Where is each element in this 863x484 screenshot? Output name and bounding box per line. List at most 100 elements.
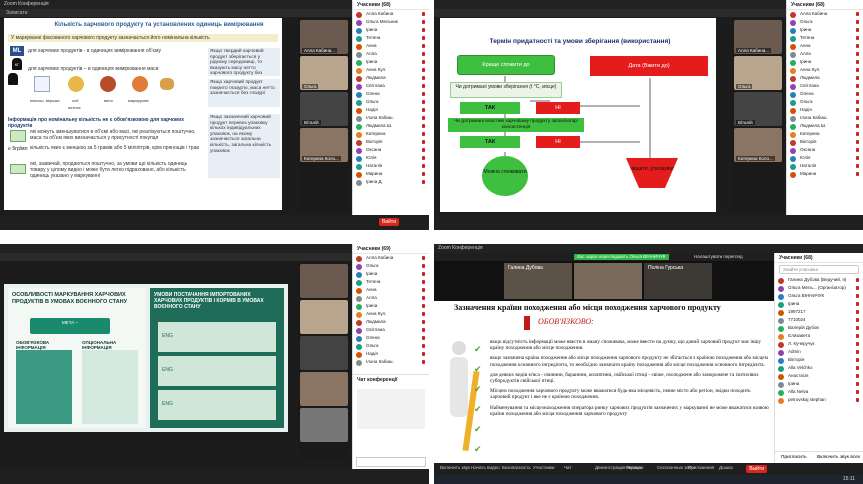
mic-muted-icon[interactable]: [856, 52, 859, 56]
mic-muted-icon[interactable]: [422, 164, 425, 168]
mic-muted-icon[interactable]: [856, 398, 859, 402]
mic-muted-icon[interactable]: [422, 328, 425, 332]
participant-row[interactable]: Ірина: [787, 58, 863, 66]
participant-row[interactable]: Ольга: [353, 262, 429, 270]
participant-row[interactable]: Вікторія: [353, 138, 429, 146]
participant-row[interactable]: Ірина: [775, 380, 863, 388]
mic-muted-icon[interactable]: [856, 164, 859, 168]
participant-row[interactable]: Анна: [787, 42, 863, 50]
mic-muted-icon[interactable]: [856, 334, 859, 338]
view-settings-button[interactable]: Налаштувати перегляд: [694, 254, 743, 260]
participant-row[interactable]: Ольга Мель... (Організатор): [775, 284, 863, 292]
control-button[interactable]: Включить звук: [440, 465, 470, 470]
participant-row[interactable]: petrovskaj stephan: [775, 396, 863, 404]
participant-row[interactable]: Олена: [353, 334, 429, 342]
participant-row[interactable]: Тетяна: [353, 34, 429, 42]
participant-row[interactable]: 7710024: [775, 316, 863, 324]
participant-row[interactable]: Наталія: [787, 162, 863, 170]
mic-muted-icon[interactable]: [856, 148, 859, 152]
participant-row[interactable]: Ольга: [787, 18, 863, 26]
video-tile[interactable]: Галина Дубова: [504, 263, 572, 299]
mic-muted-icon[interactable]: [856, 108, 859, 112]
mic-muted-icon[interactable]: [856, 350, 859, 354]
participant-row[interactable]: Ольга: [353, 98, 429, 106]
video-tile[interactable]: [300, 264, 348, 298]
participant-row[interactable]: Людмила: [353, 74, 429, 82]
mic-muted-icon[interactable]: [422, 296, 425, 300]
participant-row[interactable]: Анна: [353, 42, 429, 50]
participant-row[interactable]: Алла Кабина: [353, 254, 429, 262]
mic-muted-icon[interactable]: [856, 28, 859, 32]
mic-muted-icon[interactable]: [422, 280, 425, 284]
control-button[interactable]: Чат: [564, 465, 571, 470]
participant-row[interactable]: Ірина: [353, 58, 429, 66]
participant-row[interactable]: Анна Кул.: [353, 310, 429, 318]
video-tile[interactable]: [574, 263, 642, 299]
video-tile[interactable]: Ольга: [300, 56, 348, 90]
mic-muted-icon[interactable]: [422, 272, 425, 276]
mic-muted-icon[interactable]: [422, 68, 425, 72]
participant-row[interactable]: Алла: [787, 50, 863, 58]
participant-row[interactable]: Надія: [787, 106, 863, 114]
participant-row[interactable]: Людмила: [353, 318, 429, 326]
mic-muted-icon[interactable]: [856, 100, 859, 104]
participant-row[interactable]: Алла: [353, 50, 429, 58]
mic-muted-icon[interactable]: [856, 302, 859, 306]
mic-muted-icon[interactable]: [422, 84, 425, 88]
participant-row[interactable]: Ірина: [353, 302, 429, 310]
mic-muted-icon[interactable]: [856, 326, 859, 330]
participant-row[interactable]: Юлія: [787, 154, 863, 162]
mic-muted-icon[interactable]: [422, 156, 425, 160]
control-button[interactable]: Начать видео: [471, 465, 500, 470]
participant-search[interactable]: Знайти учасника: [779, 265, 859, 274]
participant-row[interactable]: Катерина: [353, 130, 429, 138]
participant-row[interactable]: Людмила Ш.: [787, 122, 863, 130]
participant-row[interactable]: Юлія: [353, 154, 429, 162]
participant-row[interactable]: Світлана: [353, 326, 429, 334]
mic-muted-icon[interactable]: [422, 132, 425, 136]
participant-row[interactable]: Ілона Кабиш.: [353, 358, 429, 366]
participant-row[interactable]: Світлана: [353, 82, 429, 90]
mic-muted-icon[interactable]: [422, 116, 425, 120]
participant-row[interactable]: Ольга ВІННИЧУК: [775, 292, 863, 300]
participant-row[interactable]: Ілона Кабиш.: [787, 114, 863, 122]
mic-muted-icon[interactable]: [422, 36, 425, 40]
mic-muted-icon[interactable]: [422, 312, 425, 316]
mic-muted-icon[interactable]: [856, 44, 859, 48]
mic-muted-icon[interactable]: [856, 390, 859, 394]
mic-muted-icon[interactable]: [422, 172, 425, 176]
mic-muted-icon[interactable]: [856, 124, 859, 128]
mic-muted-icon[interactable]: [422, 148, 425, 152]
mic-muted-icon[interactable]: [856, 12, 859, 16]
control-button[interactable]: Безопасность: [502, 465, 531, 470]
control-button[interactable]: Приложения: [688, 465, 714, 470]
participant-row[interactable]: Ілона Кабиш.: [353, 114, 429, 122]
participant-row[interactable]: Ірина Д.: [353, 178, 429, 186]
participant-row[interactable]: Ольга Мельник: [353, 18, 429, 26]
mic-muted-icon[interactable]: [422, 360, 425, 364]
mic-muted-icon[interactable]: [422, 336, 425, 340]
mic-muted-icon[interactable]: [422, 320, 425, 324]
mic-muted-icon[interactable]: [856, 286, 859, 290]
participant-row[interactable]: Валерій Дубов: [775, 324, 863, 332]
video-tile[interactable]: [300, 300, 348, 334]
video-tile[interactable]: Катерина Коло...: [300, 128, 348, 162]
unmute-all-button[interactable]: Включить звук всех: [817, 452, 860, 463]
mic-muted-icon[interactable]: [856, 132, 859, 136]
mic-muted-icon[interactable]: [856, 374, 859, 378]
video-tile[interactable]: Алла Кабина...: [300, 20, 348, 54]
video-tile[interactable]: [300, 372, 348, 406]
mic-muted-icon[interactable]: [856, 294, 859, 298]
mic-muted-icon[interactable]: [856, 68, 859, 72]
participant-row[interactable]: Л. Кучеручук: [775, 340, 863, 348]
participant-row[interactable]: Анастасія: [775, 372, 863, 380]
mic-muted-icon[interactable]: [856, 92, 859, 96]
mic-muted-icon[interactable]: [422, 76, 425, 80]
mic-muted-icon[interactable]: [422, 304, 425, 308]
control-button[interactable]: Реакции: [626, 465, 643, 470]
video-tile[interactable]: Поліна Гурська: [644, 263, 712, 299]
participant-row[interactable]: Вікторія: [787, 138, 863, 146]
mic-muted-icon[interactable]: [856, 140, 859, 144]
participant-row[interactable]: Alla Nelva: [775, 388, 863, 396]
mic-muted-icon[interactable]: [422, 140, 425, 144]
